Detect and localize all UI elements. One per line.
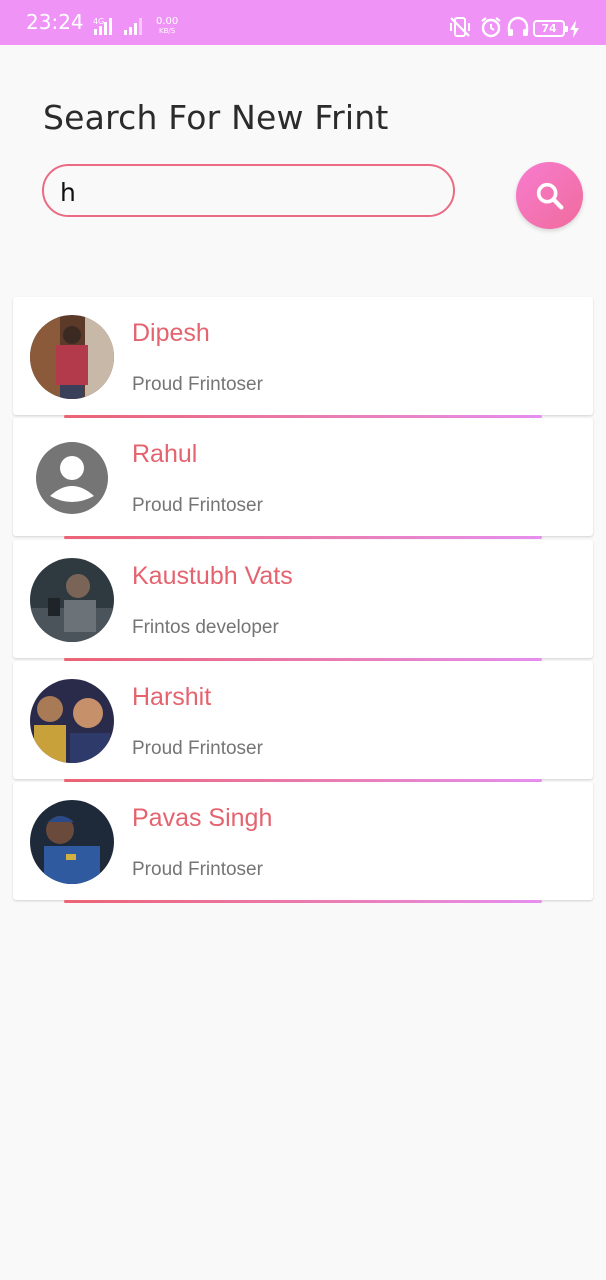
friend-tagline: Proud Frintoser — [132, 859, 263, 880]
avatar[interactable] — [30, 557, 114, 642]
avatar[interactable] — [30, 678, 114, 763]
default-person-icon[interactable] — [30, 436, 114, 521]
list-item[interactable]: Dipesh Proud Frintoser — [13, 297, 593, 418]
search-icon — [536, 182, 563, 209]
charging-bolt-icon — [570, 20, 579, 38]
list-item[interactable]: Pavas Singh Proud Frintoser — [13, 782, 593, 903]
page-title: Search For New Frint — [43, 98, 389, 137]
list-item[interactable]: Harshit Proud Frintoser — [13, 660, 593, 782]
list-item[interactable]: Rahul Proud Frintoser — [13, 418, 593, 540]
divider — [64, 900, 542, 903]
headphones-icon — [507, 16, 529, 36]
results-list: Dipesh Proud Frintoser Rahul Proud Frint… — [13, 297, 593, 903]
status-bar: 23:24 4G 0.00 KB/S 74 — [0, 0, 606, 45]
signal-strength-icon-2 — [124, 18, 142, 35]
divider — [64, 536, 542, 540]
mute-vibrate-icon — [450, 17, 470, 37]
friend-name[interactable]: Pavas Singh — [132, 804, 272, 833]
search-input-value[interactable]: h — [60, 178, 76, 207]
avatar[interactable] — [30, 800, 114, 884]
search-button[interactable] — [516, 162, 583, 229]
friend-name[interactable]: Dipesh — [132, 319, 210, 348]
status-time: 23:24 — [26, 10, 84, 34]
alarm-icon — [481, 17, 501, 38]
friend-name[interactable]: Kaustubh Vats — [132, 562, 293, 591]
avatar[interactable] — [30, 315, 114, 399]
friend-name[interactable]: Rahul — [132, 440, 197, 469]
friend-tagline: Proud Frintoser — [132, 495, 263, 517]
search-input[interactable]: h — [42, 164, 455, 217]
speed-unit: KB/S — [159, 27, 176, 35]
friend-tagline: Proud Frintoser — [132, 737, 263, 759]
friend-name[interactable]: Harshit — [132, 683, 211, 712]
signal-strength-icon — [94, 18, 112, 35]
friend-tagline: Frintos developer — [132, 616, 279, 638]
network-speed: 0.00 KB/S — [156, 16, 179, 36]
list-item[interactable]: Kaustubh Vats Frintos developer — [13, 539, 593, 661]
battery-icon: 74 — [533, 20, 568, 37]
speed-value: 0.00 — [156, 16, 179, 27]
friend-tagline: Proud Frintoser — [132, 374, 263, 395]
